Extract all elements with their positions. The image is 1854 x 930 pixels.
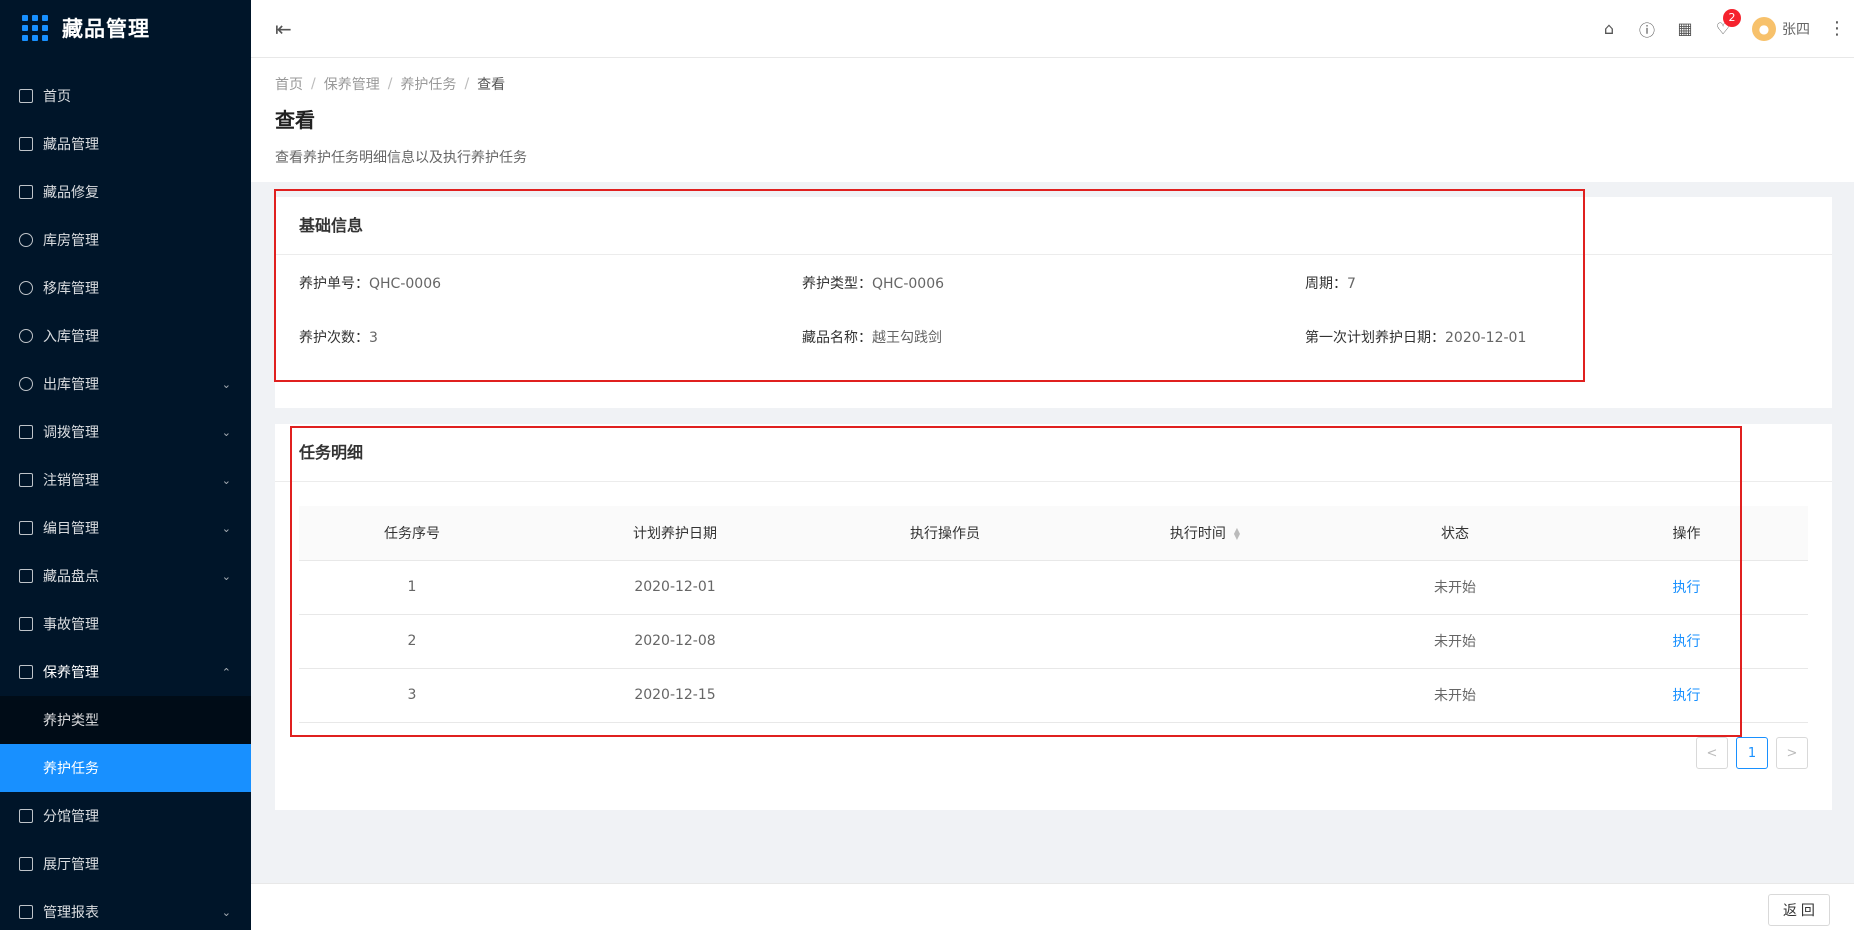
chevron-up-icon: ⌃ <box>221 665 231 679</box>
help-icon[interactable]: ⓘ <box>1628 17 1666 41</box>
page-title: 查看 <box>275 108 315 132</box>
upload-cloud-icon <box>19 329 33 343</box>
top-header: ⇤ ⌂ ⓘ ▦ ♡ 2 ● 张四 ⋮ <box>251 0 1854 58</box>
catalog-icon <box>19 521 33 535</box>
sidebar-menu: 首页 藏品管理 藏品修复 库房管理 移库管理 入库管理 出库管理 ⌄ 调拨管理 ⌄ … <box>0 72 251 930</box>
sidebar-item-maintenance-task[interactable]: 养护任务 <box>0 744 251 792</box>
warehouse-icon <box>19 233 33 247</box>
maintenance-icon <box>19 665 33 679</box>
breadcrumb-home[interactable]: 首页 <box>275 74 303 94</box>
footer-bar: 返 回 <box>251 883 1854 930</box>
sidebar-item-home[interactable]: 首页 <box>0 72 251 120</box>
app-title: 藏品管理 <box>62 17 150 41</box>
more-vertical-icon[interactable]: ⋮ <box>1828 18 1846 39</box>
breadcrumb-task[interactable]: 养护任务 <box>400 74 456 94</box>
apps-grid-icon <box>22 15 48 41</box>
report-icon <box>19 905 33 919</box>
inventory-icon <box>19 569 33 583</box>
accident-icon <box>19 617 33 631</box>
notification-badge: 2 <box>1723 9 1741 27</box>
calendar-icon <box>19 137 33 151</box>
sidebar-item-outbound[interactable]: 出库管理 ⌄ <box>0 360 251 408</box>
apps-icon[interactable]: ▦ <box>1666 19 1704 38</box>
breadcrumb-maintenance[interactable]: 保养管理 <box>324 74 380 94</box>
sidebar-item-inventory[interactable]: 藏品盘点 ⌄ <box>0 552 251 600</box>
transfer-icon <box>19 425 33 439</box>
sidebar-item-maintenance-type[interactable]: 养护类型 <box>0 696 251 744</box>
sidebar-item-warehouse[interactable]: 库房管理 <box>0 216 251 264</box>
sidebar-item-cancel[interactable]: 注销管理 ⌄ <box>0 456 251 504</box>
menu-fold-icon[interactable]: ⇤ <box>275 17 292 41</box>
maintenance-submenu: 养护类型 养护任务 <box>0 696 251 792</box>
sidebar-item-maintenance[interactable]: 保养管理 ⌃ <box>0 648 251 696</box>
back-button[interactable]: 返 回 <box>1768 894 1830 926</box>
sidebar-item-catalog[interactable]: 编目管理 ⌄ <box>0 504 251 552</box>
home-icon[interactable]: ⌂ <box>1590 19 1628 38</box>
file-icon <box>19 473 33 487</box>
pagination: < 1 > <box>1688 737 1808 769</box>
sidebar-item-report[interactable]: 管理报表 ⌄ <box>0 888 251 930</box>
breadcrumb: 首页 / 保养管理 / 养护任务 / 查看 <box>275 74 1830 94</box>
logo[interactable]: 藏品管理 <box>0 0 251 56</box>
sidebar-item-hall[interactable]: 展厅管理 <box>0 840 251 888</box>
chevron-down-icon: ⌄ <box>221 569 231 583</box>
move-icon <box>19 281 33 295</box>
header-actions: ⌂ ⓘ ▦ ♡ 2 ● 张四 ⋮ <box>1590 9 1854 41</box>
home-icon <box>19 89 33 103</box>
page-header: 首页 / 保养管理 / 养护任务 / 查看 查看 查看养护任务明细信息以及执行养… <box>251 58 1854 182</box>
highlight-box-task-detail <box>290 426 1742 737</box>
sidebar-item-inbound[interactable]: 入库管理 <box>0 312 251 360</box>
breadcrumb-separator: / <box>464 76 470 92</box>
breadcrumb-separator: / <box>311 76 316 92</box>
monitor-icon <box>19 857 33 871</box>
sidebar-item-restoration[interactable]: 藏品修复 <box>0 168 251 216</box>
branch-icon <box>19 809 33 823</box>
sidebar-item-move[interactable]: 移库管理 <box>0 264 251 312</box>
sidebar-item-transfer[interactable]: 调拨管理 ⌄ <box>0 408 251 456</box>
download-cloud-icon <box>19 377 33 391</box>
breadcrumb-current: 查看 <box>477 77 506 93</box>
next-page-button[interactable]: > <box>1776 737 1808 769</box>
breadcrumb-separator: / <box>387 76 393 92</box>
highlight-box-basic-info <box>274 189 1585 382</box>
chevron-down-icon: ⌄ <box>221 473 231 487</box>
chevron-down-icon: ⌄ <box>221 521 231 535</box>
chevron-down-icon: ⌄ <box>221 905 231 919</box>
page-1-button[interactable]: 1 <box>1736 737 1768 769</box>
wrench-icon <box>19 185 33 199</box>
username[interactable]: 张四 <box>1782 19 1810 39</box>
sidebar-item-branch[interactable]: 分馆管理 <box>0 792 251 840</box>
bell-icon[interactable]: ♡ 2 <box>1704 9 1742 38</box>
page-description: 查看养护任务明细信息以及执行养护任务 <box>275 150 527 166</box>
prev-page-button[interactable]: < <box>1696 737 1728 769</box>
sidebar: 藏品管理 首页 藏品管理 藏品修复 库房管理 移库管理 入库管理 出库管理 ⌄ 调… <box>0 0 251 930</box>
sidebar-item-collection[interactable]: 藏品管理 <box>0 120 251 168</box>
chevron-down-icon: ⌄ <box>221 425 231 439</box>
avatar[interactable]: ● <box>1752 16 1776 41</box>
sidebar-item-accident[interactable]: 事故管理 <box>0 600 251 648</box>
chevron-down-icon: ⌄ <box>221 377 231 391</box>
